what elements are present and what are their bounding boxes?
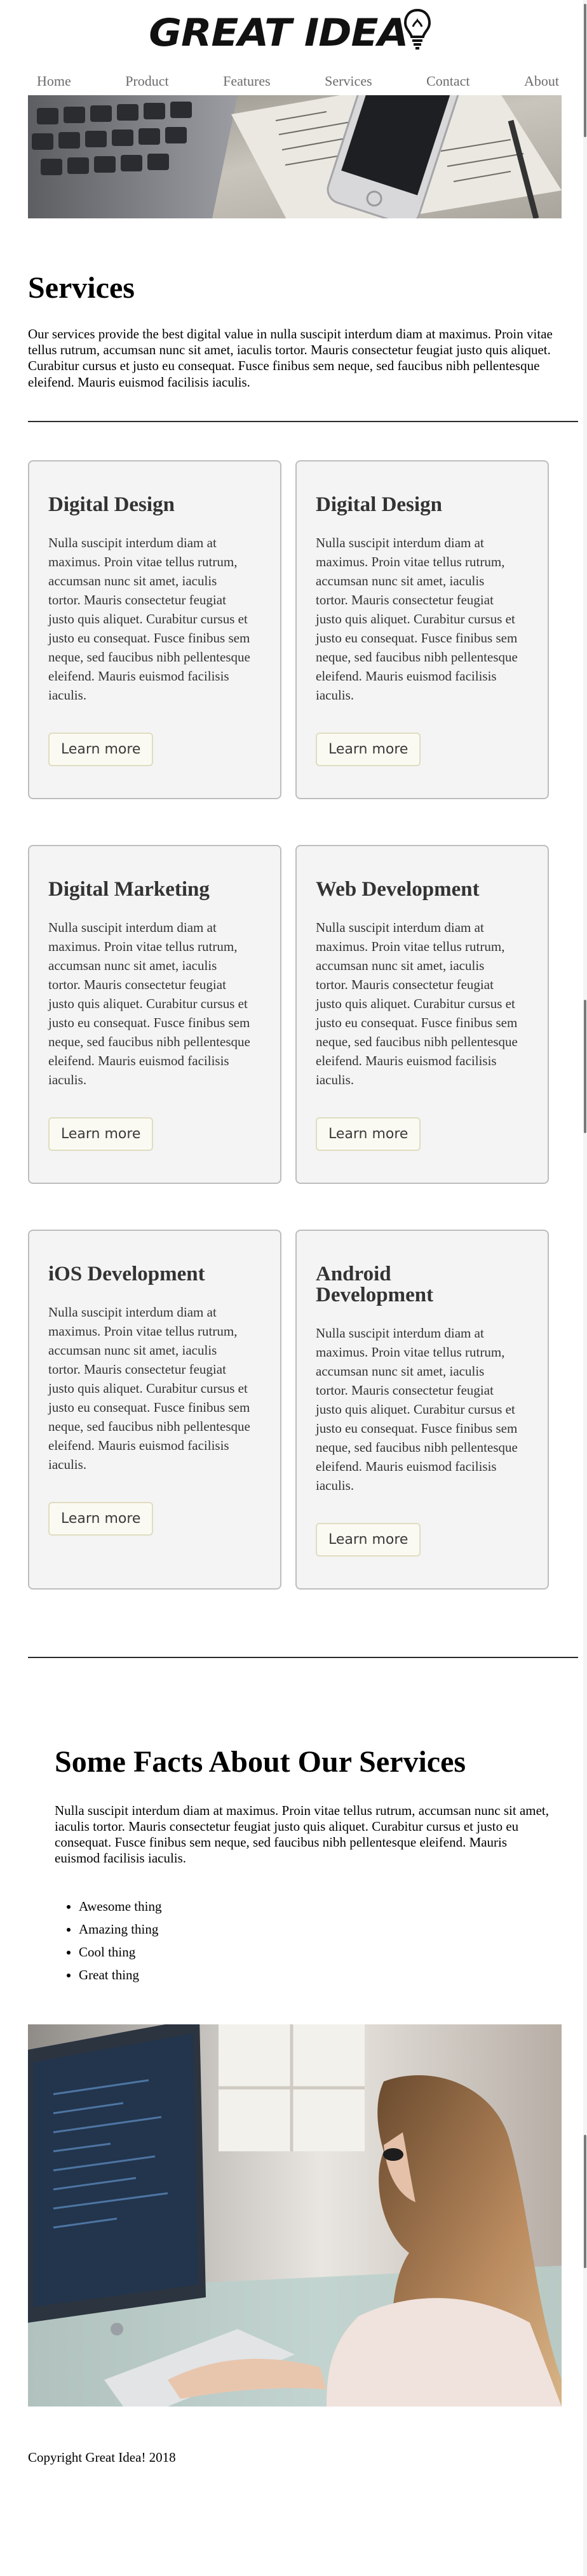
card-title: Web Development: [316, 877, 480, 901]
card-title: Digital Design: [316, 493, 442, 516]
nav-product[interactable]: Product: [125, 73, 168, 90]
list-item: Great thing: [79, 1963, 573, 1986]
card-title: iOS Development: [48, 1262, 205, 1285]
office-photo: [28, 2024, 562, 2407]
service-card: Digital Design Nulla suscipit interdum d…: [28, 460, 281, 799]
list-item: Awesome thing: [79, 1895, 573, 1918]
card-text: Nulla suscipit interdum diam at maximus.…: [316, 919, 518, 1087]
service-card: Web Development Nulla suscipit interdum …: [295, 844, 549, 1184]
list-item: Cool thing: [79, 1941, 573, 1963]
card-text: Nulla suscipit interdum diam at maximus.…: [48, 534, 250, 703]
card-text: Nulla suscipit interdum diam at maximus.…: [316, 1325, 518, 1493]
facts-title: Some Facts About Our Services: [55, 1744, 466, 1779]
card-title: Digital Marketing: [48, 877, 210, 901]
card-title: Digital Design: [48, 493, 175, 516]
footer-copyright: Copyright Great Idea! 2018: [28, 2449, 176, 2465]
section-divider: [28, 420, 578, 422]
learn-more-button[interactable]: Learn more: [48, 732, 154, 766]
learn-more-button[interactable]: Learn more: [316, 732, 421, 766]
hero-image: [28, 95, 562, 218]
list-item: Amazing thing: [79, 1918, 573, 1941]
page-scrollbar[interactable]: [583, 0, 587, 2576]
section-divider: [28, 1656, 578, 1658]
card-text: Nulla suscipit interdum diam at maximus.…: [48, 919, 250, 1087]
learn-more-button[interactable]: Learn more: [48, 1117, 154, 1151]
learn-more-button[interactable]: Learn more: [316, 1522, 421, 1557]
facts-text: Nulla suscipit interdum diam at maximus.…: [55, 1802, 550, 1866]
nav-services[interactable]: Services: [325, 73, 372, 90]
services-title: Services: [28, 271, 135, 305]
logo-text: GREAT IDEA: [149, 11, 408, 55]
facts-list: Awesome thing Amazing thing Cool thing G…: [55, 1895, 573, 1986]
service-card: Digital Marketing Nulla suscipit interdu…: [28, 844, 281, 1184]
card-text: Nulla suscipit interdum diam at maximus.…: [316, 534, 518, 703]
service-card: Android Development Nulla suscipit inter…: [295, 1229, 549, 1590]
service-card: Digital Design Nulla suscipit interdum d…: [295, 460, 549, 799]
scrollbar-thumb[interactable]: [584, 2135, 586, 2268]
nav-contact[interactable]: Contact: [426, 73, 469, 90]
service-card: iOS Development Nulla suscipit interdum …: [28, 1229, 281, 1590]
nav-home[interactable]: Home: [37, 73, 71, 90]
nav-features[interactable]: Features: [223, 73, 271, 90]
main-nav: Home Product Features Services Contact A…: [14, 67, 573, 95]
card-title: Android Development: [316, 1262, 434, 1306]
learn-more-button[interactable]: Learn more: [316, 1117, 421, 1151]
nav-about[interactable]: About: [524, 73, 559, 90]
services-cards: Digital Design Nulla suscipit interdum d…: [28, 460, 573, 1635]
page: GREAT IDEA Home Product Features Service…: [14, 0, 578, 2466]
learn-more-button[interactable]: Learn more: [48, 1501, 154, 1536]
card-text: Nulla suscipit interdum diam at maximus.…: [48, 1304, 250, 1472]
services-intro: Our services provide the best digital va…: [28, 326, 553, 390]
scrollbar-thumb[interactable]: [584, 1000, 586, 1133]
site-logo[interactable]: GREAT IDEA: [0, 0, 587, 66]
